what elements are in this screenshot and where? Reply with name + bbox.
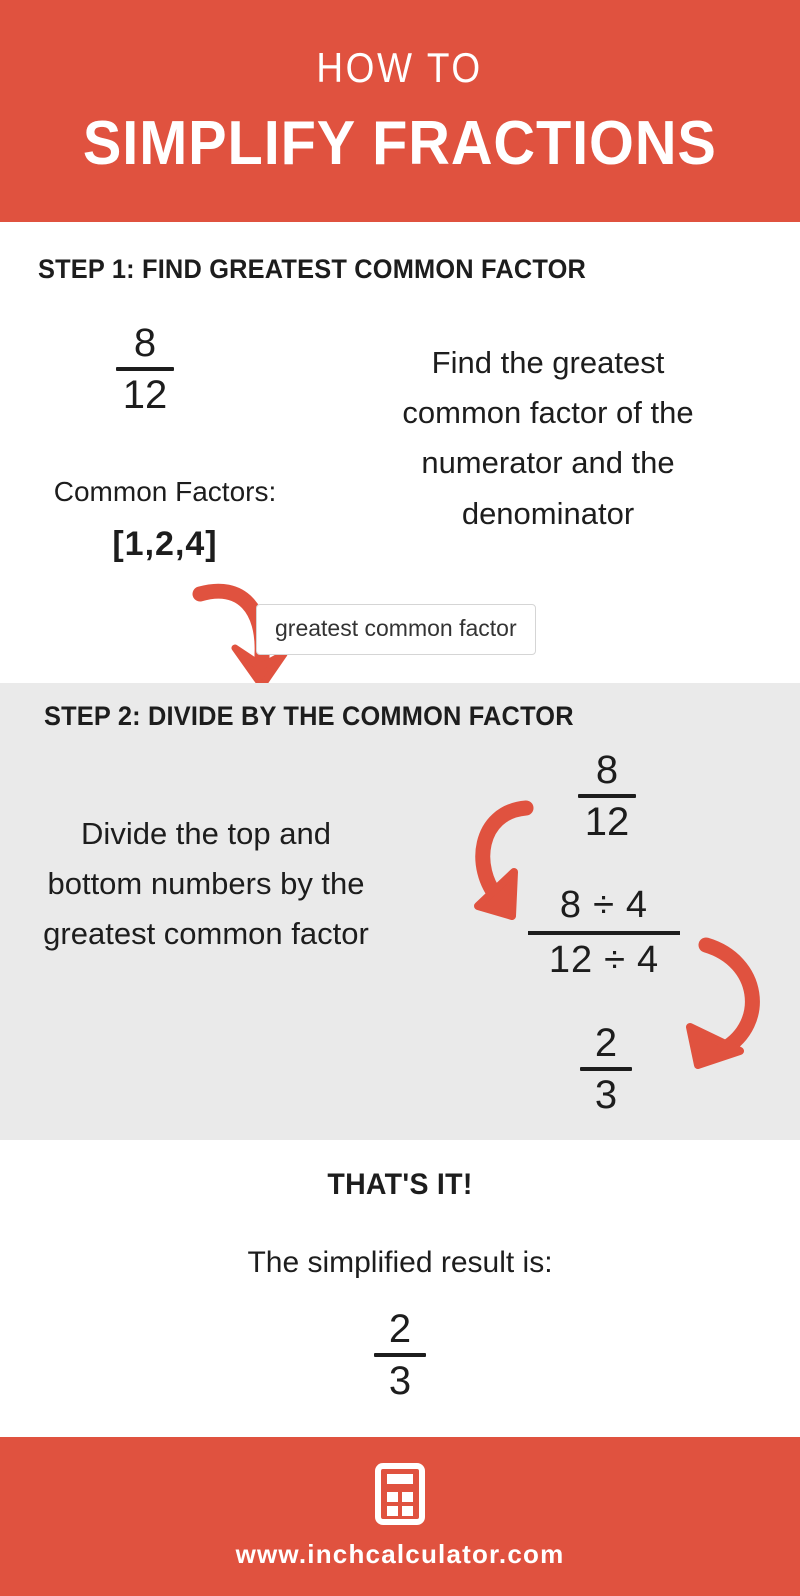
step-2-section: STEP 2: DIVIDE BY THE COMMON FACTOR Divi… <box>0 683 800 1140</box>
fraction-denominator: 3 <box>594 1073 618 1117</box>
fraction-numerator: 8 <box>595 748 619 792</box>
page-title: SIMPLIFY FRACTIONS <box>83 109 717 178</box>
step-2-result-fraction: 2 3 <box>580 1022 632 1116</box>
division-denominator-row: 12 ÷ 4 <box>549 939 659 982</box>
fraction-denominator: 12 <box>122 373 168 417</box>
fraction-bar <box>578 794 636 798</box>
curved-right-down-arrow <box>686 937 760 1069</box>
fraction-numerator: 8 <box>133 321 157 365</box>
footer-banner: www.inchcalculator.com <box>0 1437 800 1596</box>
denominator-divisor: 4 <box>637 939 660 981</box>
division-operator-icon: ÷ <box>604 939 626 981</box>
conclusion-section: THAT'S IT! The simplified result is: 2 3 <box>0 1140 800 1437</box>
division-operator-icon: ÷ <box>593 884 615 926</box>
step-2-start-fraction: 8 12 <box>578 749 636 843</box>
division-numerator-row: 8 ÷ 4 <box>560 884 648 927</box>
common-factors-label: Common Factors: <box>53 476 277 507</box>
step-2-heading: STEP 2: DIVIDE BY THE COMMON FACTOR <box>44 701 574 731</box>
fraction-numerator: 2 <box>594 1021 618 1065</box>
fraction-denominator: 3 <box>388 1359 412 1403</box>
fraction-denominator: 12 <box>584 800 630 844</box>
step-2-description: Divide the top and bottom numbers by the… <box>43 816 369 952</box>
fraction-bar <box>528 931 680 935</box>
conclusion-fraction: 2 3 <box>374 1308 426 1402</box>
numerator-dividend: 8 <box>559 884 583 926</box>
step-1-section: STEP 1: FIND GREATEST COMMON FACTOR 8 12… <box>0 222 800 864</box>
infographic-page: HOW TO SIMPLIFY FRACTIONS STEP 1: FIND G… <box>0 0 800 1596</box>
fraction-bar <box>374 1353 426 1357</box>
step-1-fraction: 8 12 <box>116 322 174 416</box>
tooltip-greatest-common-factor[interactable]: greatest common factor <box>256 604 536 655</box>
conclusion-title: THAT'S IT! <box>327 1168 473 1201</box>
numerator-divisor: 4 <box>625 884 649 926</box>
header-kicker: HOW TO <box>316 44 484 91</box>
fraction-numerator: 2 <box>388 1307 412 1351</box>
calculator-icon <box>375 1463 425 1525</box>
fraction-bar <box>116 367 174 371</box>
denominator-dividend: 12 <box>548 939 594 981</box>
step-2-division-expression: 8 ÷ 4 12 ÷ 4 <box>528 884 680 982</box>
fraction-bar <box>580 1067 632 1071</box>
step-1-heading: STEP 1: FIND GREATEST COMMON FACTOR <box>38 254 587 284</box>
footer-url[interactable]: www.inchcalculator.com <box>236 1539 565 1570</box>
step-1-description: Find the greatest common factor of the n… <box>402 345 694 531</box>
header-banner: HOW TO SIMPLIFY FRACTIONS <box>0 0 800 222</box>
conclusion-subtitle: The simplified result is: <box>247 1246 553 1279</box>
common-factors-value: [1,2,4] <box>112 525 218 563</box>
